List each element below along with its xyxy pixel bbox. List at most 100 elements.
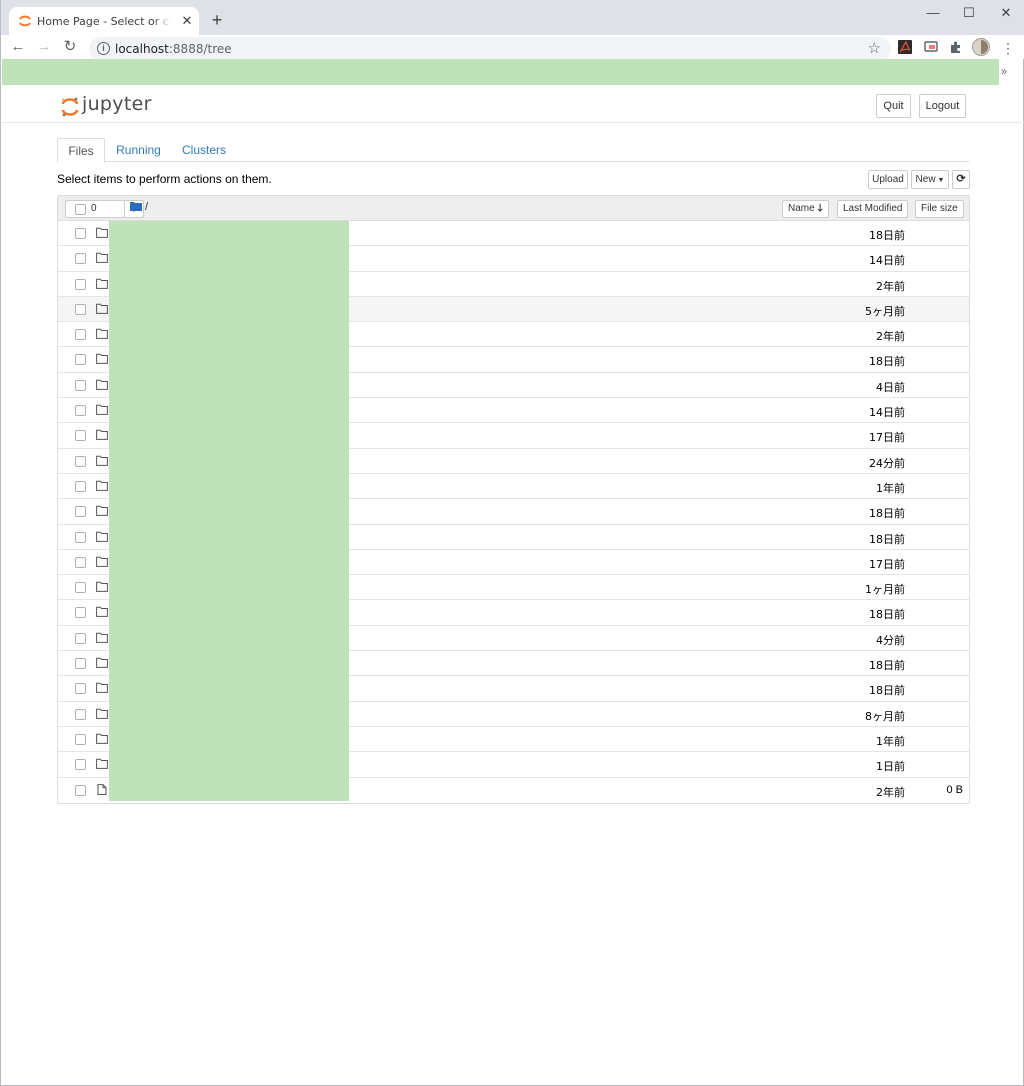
quit-button[interactable]: Quit: [876, 94, 911, 118]
tab-strip: Home Page - Select or create a notebook …: [1, 0, 1024, 35]
sort-name-button[interactable]: Name 🡓: [782, 200, 829, 218]
address-bar[interactable]: i localhost:8888/tree ☆: [89, 37, 891, 61]
item-checkbox[interactable]: [75, 531, 86, 543]
breadcrumb-root[interactable]: /: [145, 201, 148, 213]
url-path: :8888/tree: [168, 42, 232, 56]
arrow-down-icon: 🡓: [817, 203, 823, 214]
folder-icon: [96, 328, 108, 340]
folder-icon: [96, 480, 108, 491]
item-checkbox[interactable]: [75, 455, 86, 467]
folder-icon: [96, 404, 108, 415]
item-last-modified: 18日前: [869, 659, 905, 673]
window-close-icon[interactable]: ✕: [994, 4, 1018, 22]
bookmark-star-icon[interactable]: ☆: [868, 39, 881, 57]
item-checkbox[interactable]: [75, 303, 86, 315]
item-checkbox[interactable]: [75, 329, 86, 341]
item-checkbox[interactable]: [75, 632, 86, 644]
item-checkbox[interactable]: [75, 379, 86, 391]
item-last-modified: 24分前: [869, 456, 905, 470]
item-checkbox[interactable]: [75, 733, 86, 745]
jupyter-logo-icon: [61, 97, 79, 117]
bookmarks-overflow-icon[interactable]: »: [1001, 66, 1007, 78]
jupyter-favicon-icon: [19, 15, 31, 27]
minimize-icon[interactable]: —: [921, 4, 945, 22]
file-icon: [97, 783, 107, 795]
item-checkbox[interactable]: [75, 658, 86, 670]
item-checkbox[interactable]: [75, 607, 86, 619]
profile-avatar[interactable]: [972, 38, 990, 56]
item-checkbox[interactable]: [75, 582, 86, 594]
item-last-modified: 18日前: [869, 684, 905, 698]
item-checkbox[interactable]: [75, 784, 86, 796]
new-dropdown-button[interactable]: New ▼: [911, 170, 949, 189]
folder-icon: [96, 733, 108, 744]
folder-icon: [96, 505, 108, 517]
chrome-menu-icon[interactable]: ⋮: [999, 39, 1017, 57]
item-checkbox[interactable]: [75, 253, 86, 265]
cast-extension-icon[interactable]: [923, 39, 939, 55]
item-checkbox[interactable]: [75, 683, 86, 695]
item-last-modified: 18日前: [869, 532, 905, 546]
item-last-modified: 4分前: [876, 633, 905, 647]
item-checkbox[interactable]: [75, 556, 86, 568]
item-last-modified: 1年前: [876, 734, 905, 748]
folder-icon: [96, 354, 108, 365]
pdf-extension-icon[interactable]: [897, 39, 913, 55]
tab-title: Home Page - Select or create a notebook: [37, 15, 171, 28]
refresh-icon[interactable]: ⟳: [952, 170, 970, 189]
folder-icon: [96, 581, 108, 593]
item-last-modified: 14日前: [869, 254, 905, 268]
maximize-icon[interactable]: ☐: [957, 4, 981, 22]
selected-count: 0: [91, 203, 97, 214]
folder-icon: [96, 531, 108, 542]
address-url: localhost:8888/tree: [115, 42, 232, 56]
item-checkbox[interactable]: [75, 405, 86, 417]
item-checkbox[interactable]: [75, 354, 86, 366]
item-checkbox[interactable]: [75, 228, 86, 239]
upload-button[interactable]: Upload: [868, 170, 908, 189]
forward-icon[interactable]: →: [35, 38, 53, 56]
folder-icon: [96, 278, 108, 289]
item-last-modified: 18日前: [869, 355, 905, 369]
folder-icon: [96, 657, 108, 668]
item-checkbox[interactable]: [75, 506, 86, 518]
extensions-puzzle-icon[interactable]: [948, 39, 964, 55]
reload-icon[interactable]: ↻: [61, 38, 79, 56]
caret-down-icon: ▼: [935, 177, 945, 184]
browser-window: Home Page - Select or create a notebook …: [0, 0, 1024, 1086]
folder-icon: [96, 758, 108, 770]
item-checkbox[interactable]: [75, 759, 86, 771]
sort-file-size-button[interactable]: File size: [915, 200, 964, 218]
item-checkbox[interactable]: [75, 708, 86, 720]
logo-text: jupyter: [82, 93, 152, 115]
new-tab-icon[interactable]: +: [207, 11, 227, 31]
folder-icon: [96, 683, 108, 694]
select-all-checkbox[interactable]: [75, 204, 86, 215]
folder-icon: [96, 632, 108, 643]
select-all-group[interactable]: 0: [65, 200, 125, 218]
item-last-modified: 4日前: [876, 380, 905, 394]
tab-bar: Files Running Clusters: [57, 138, 969, 163]
logout-button[interactable]: Logout: [919, 94, 966, 118]
close-tab-icon[interactable]: ✕: [180, 14, 194, 28]
back-icon[interactable]: ←: [9, 38, 27, 56]
folder-icon: [130, 202, 142, 211]
item-last-modified: 2年前: [876, 330, 905, 344]
site-info-icon[interactable]: i: [97, 42, 110, 55]
item-checkbox[interactable]: [75, 278, 86, 290]
folder-icon: [96, 708, 108, 719]
tab-clusters[interactable]: Clusters: [179, 138, 229, 162]
item-last-modified: 18日前: [869, 608, 905, 622]
item-last-modified: 18日前: [869, 507, 905, 521]
selection-hint: Select items to perform actions on them.: [57, 172, 272, 186]
sort-last-modified-button[interactable]: Last Modified: [837, 200, 909, 218]
folder-icon: [96, 556, 108, 567]
folder-icon: [96, 430, 108, 441]
tab-files[interactable]: Files: [57, 138, 105, 163]
item-last-modified: 1日前: [876, 760, 905, 774]
item-checkbox[interactable]: [75, 480, 86, 492]
item-checkbox[interactable]: [75, 430, 86, 442]
tab-running[interactable]: Running: [113, 138, 164, 162]
browser-tab[interactable]: Home Page - Select or create a notebook …: [9, 7, 199, 35]
item-last-modified: 18日前: [869, 229, 905, 242]
